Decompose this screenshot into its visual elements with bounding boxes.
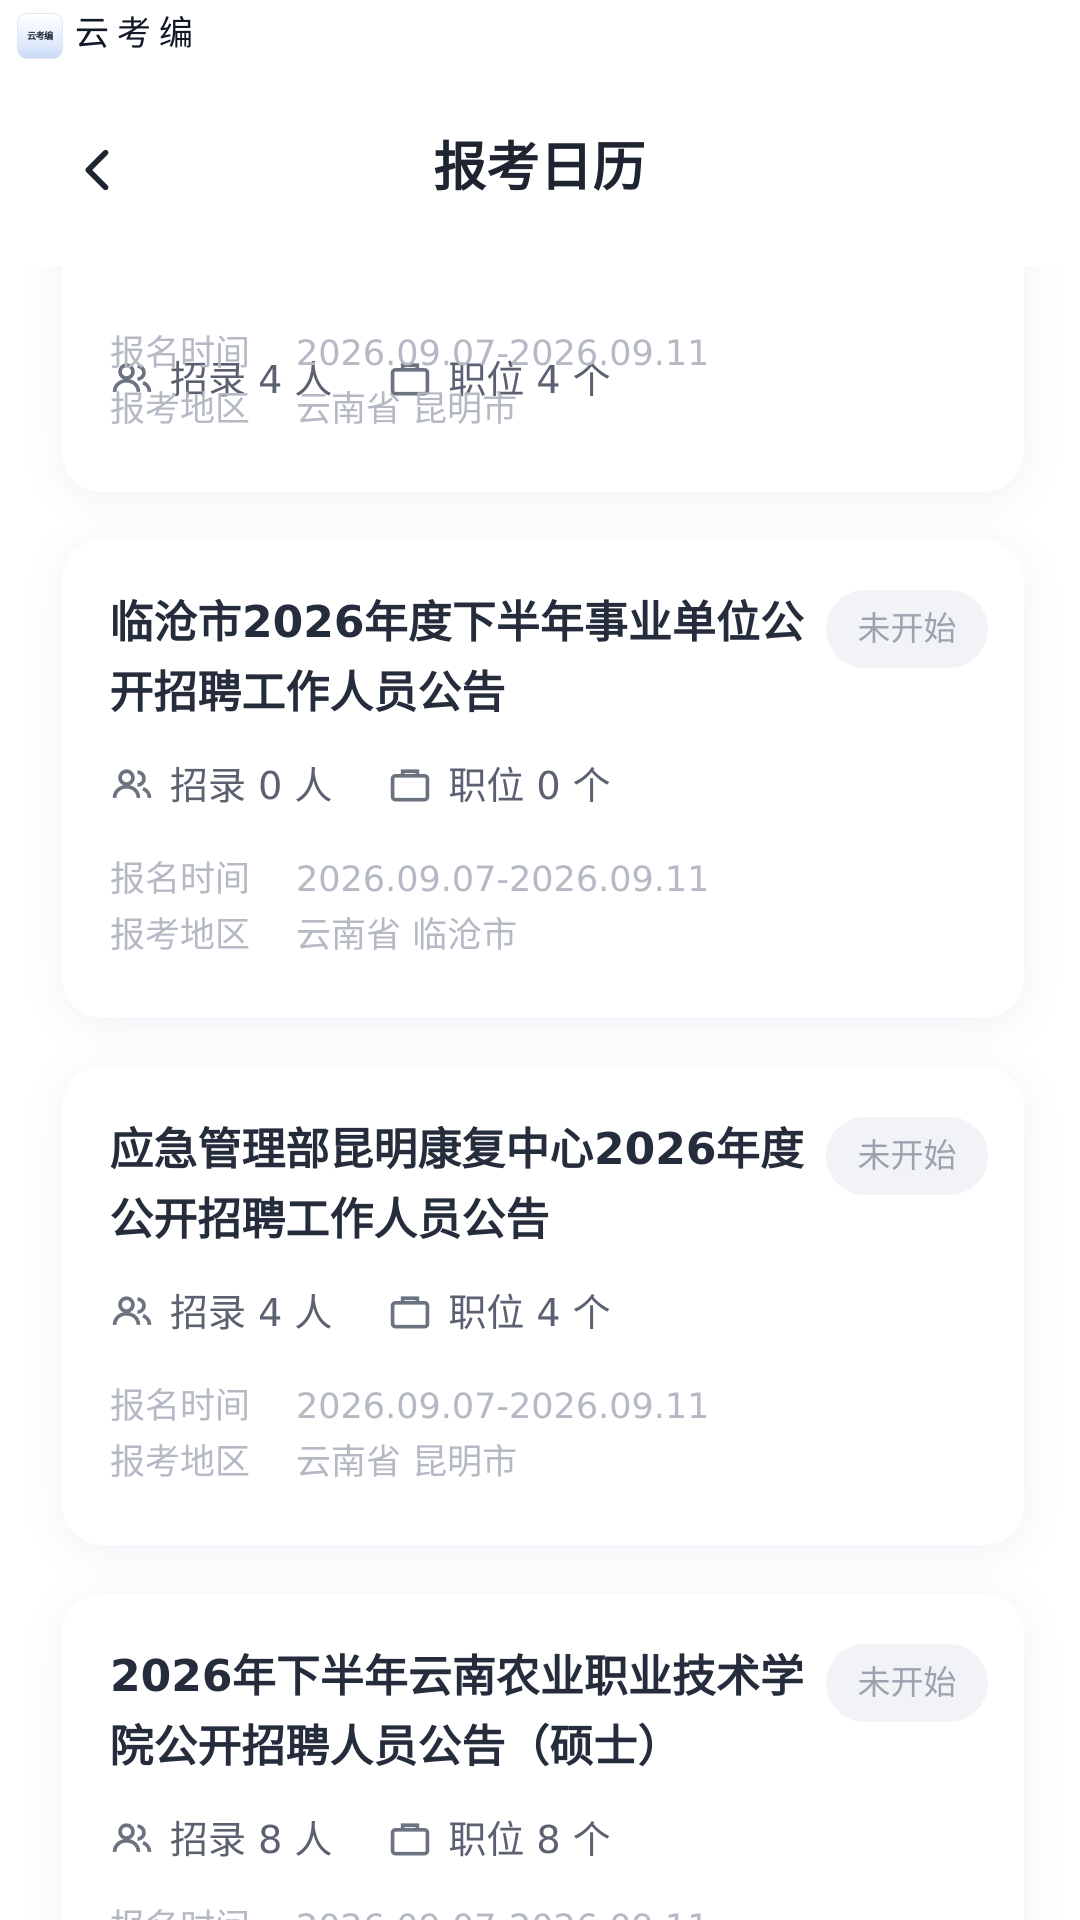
list-item[interactable]: 临沧市2026年度下半年事业单位公开招聘工作人员公告 未开始 招录 0 人 职位… (62, 540, 1024, 1018)
signup-time-value: 2026.09.07-2026.09.11 (296, 1387, 710, 1427)
signup-time-row: 报名时间 2026.09.07-2026.09.11 (110, 1379, 709, 1435)
region-label: 报考地区 (110, 1443, 251, 1483)
signup-time-label: 报名时间 (110, 1900, 296, 1920)
signup-time-row: 报名时间 2026.09.07-2026.09.11 (110, 326, 709, 382)
page: 招录 4 人 职位 4 个 报名时间 2026.09.07-2026.09.11 … (0, 0, 1080, 1920)
list-item[interactable]: 应急管理部昆明康复中心2026年度公开招聘工作人员公告 未开始 招录 4 人 职… (62, 1067, 1024, 1545)
card-stats: 招录 0 人 职位 0 个 (110, 756, 611, 816)
hire-count: 招录 4 人 (170, 1291, 333, 1335)
card-meta: 报名时间 2026.09.07-2026.09.11 报考地区 云南省 昆明市 (110, 1379, 709, 1491)
region-value: 云南省 临沧市 (296, 916, 518, 956)
card-stats: 招录 4 人 职位 4 个 (110, 1283, 611, 1343)
hire-count: 招录 0 人 (170, 764, 333, 808)
app-logo: 云考编 (17, 13, 63, 59)
status-badge: 未开始 (826, 1117, 988, 1195)
region-row: 报考地区 云南省 昆明市 (110, 1435, 709, 1491)
list-item[interactable]: 2026年下半年云南农业职业技术学院公开招聘人员公告（硕士） 未开始 招录 8 … (62, 1594, 1024, 1920)
page-title: 报考日历 (434, 137, 646, 198)
position-count: 职位 8 个 (448, 1818, 611, 1862)
region-label: 报考地区 (110, 916, 251, 956)
position-count: 职位 4 个 (448, 1291, 611, 1335)
signup-time-row: 报名时间 2026.09.07-2026.09.11 (110, 852, 709, 908)
app-name: 云考编 (75, 14, 201, 54)
card-title: 2026年下半年云南农业职业技术学院公开招聘人员公告（硕士） (110, 1651, 805, 1772)
signup-time-label: 报名时间 (110, 860, 251, 900)
calendar-list[interactable]: 招录 4 人 职位 4 个 报名时间 2026.09.07-2026.09.11 … (0, 0, 1080, 1920)
users-icon (112, 768, 152, 798)
signup-time-label: 报名时间 (110, 334, 251, 374)
signup-time-label: 报名时间 (110, 1387, 251, 1427)
signup-time-value: 2026.09.07-2026.09.11 (296, 860, 710, 900)
signup-time-value: 2026.09.07-2026.09.11 (296, 334, 710, 374)
users-icon (112, 1295, 152, 1325)
region-row: 报考地区 云南省 临沧市 (110, 908, 709, 964)
status-badge: 未开始 (826, 1644, 988, 1722)
signup-time-value: 2026.09.07-2026.09.11 (296, 1908, 709, 1920)
briefcase-icon (391, 768, 430, 801)
card-stats: 招录 8 人 职位 8 个 (110, 1810, 611, 1870)
region-label: 报考地区 (110, 390, 251, 430)
status-badge: 未开始 (826, 590, 988, 668)
region-value: 云南省 昆明市 (296, 1443, 518, 1483)
card-title: 应急管理部昆明康复中心2026年度公开招聘工作人员公告 (110, 1124, 805, 1245)
signup-time-row: 报名时间2026.09.07-2026.09.11 (110, 1900, 709, 1920)
region-value: 云南省 昆明市 (296, 390, 518, 430)
card-meta: 报名时间 2026.09.07-2026.09.11 报考地区 云南省 昆明市 (110, 326, 709, 438)
users-icon (112, 1822, 152, 1852)
briefcase-icon (391, 1295, 430, 1328)
card-title: 临沧市2026年度下半年事业单位公开招聘工作人员公告 (110, 597, 805, 718)
page-header: 报考日历 (0, 64, 1080, 266)
briefcase-icon (391, 1822, 430, 1855)
region-row: 报考地区 云南省 昆明市 (110, 382, 709, 438)
card-meta: 报名时间 2026.09.07-2026.09.11 报考地区 云南省 临沧市 (110, 852, 709, 964)
position-count: 职位 0 个 (448, 764, 611, 808)
hire-count: 招录 8 人 (170, 1818, 333, 1862)
card-meta: 报名时间2026.09.07-2026.09.11 (110, 1900, 709, 1920)
app-bar: 云考编 云考编 (0, 0, 1080, 64)
